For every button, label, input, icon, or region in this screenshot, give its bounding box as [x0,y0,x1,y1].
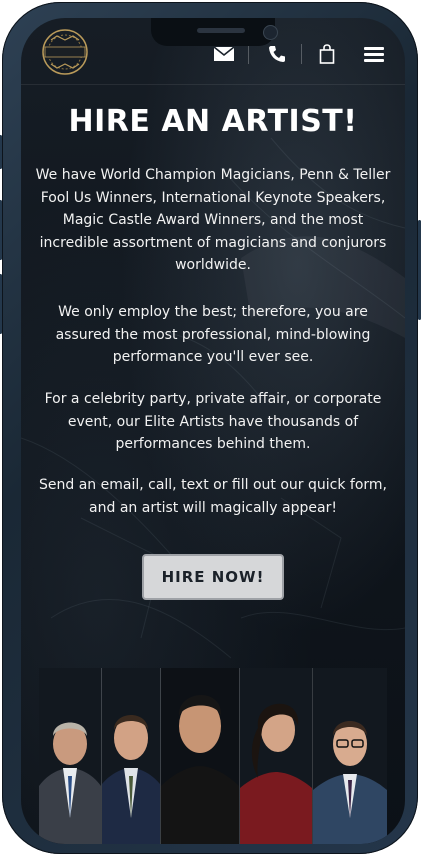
menu-icon[interactable] [363,44,385,64]
artist-photo[interactable] [240,668,312,844]
mute-switch [0,135,2,169]
phone-screen: HIRE AN ARTIST! We have World Champion M… [21,18,405,844]
artist-photo[interactable] [102,668,160,844]
quality-paragraph: We only employ the best; therefore, you … [55,304,371,365]
hire-now-button[interactable]: HIRE NOW! [142,554,284,600]
conjurors-logo[interactable] [39,26,91,78]
artist-gallery [39,668,387,844]
front-camera [263,25,278,40]
power-button [418,220,421,320]
phone-icon[interactable] [267,44,287,64]
artist-photo[interactable] [161,668,239,844]
events-paragraph: For a celebrity party, private affair, o… [44,391,382,452]
volume-down-button [0,274,2,334]
speaker-grille [197,28,245,33]
phone-notch [151,18,278,46]
artist-photo[interactable] [39,668,101,844]
volume-up-button [0,200,2,260]
intro-paragraph: We have World Champion Magicians, Penn &… [35,167,391,273]
page-title: HIRE AN ARTIST! [68,104,358,139]
nav-divider [301,44,302,64]
contact-paragraph: Send an email, call, text or fill out ou… [39,477,387,516]
bag-icon[interactable] [319,44,335,64]
phone-frame: HIRE AN ARTIST! We have World Champion M… [0,2,421,854]
nav-divider [248,44,249,64]
artist-photo[interactable] [313,668,387,844]
mail-icon[interactable] [213,44,235,64]
